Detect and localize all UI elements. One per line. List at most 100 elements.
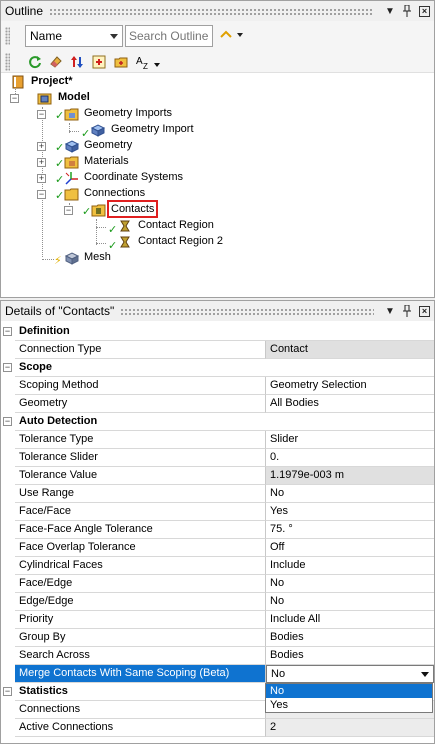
property-row-face-face-angle[interactable]: Face-Face Angle Tolerance 75. °: [1, 521, 434, 539]
sort-az-icon[interactable]: AZ: [135, 54, 161, 70]
row-gutter: [1, 485, 15, 503]
row-gutter: [1, 521, 15, 539]
tree-node-mesh[interactable]: ⚡ Mesh: [1, 250, 201, 267]
row-gutter: −: [1, 323, 15, 341]
collapse-icon[interactable]: −: [3, 417, 12, 426]
search-input[interactable]: [125, 25, 213, 47]
eraser-icon[interactable]: [48, 54, 64, 70]
property-value[interactable]: Include: [266, 557, 434, 575]
sort-icon[interactable]: [69, 54, 85, 70]
category-label: Definition: [15, 323, 434, 341]
property-value[interactable]: Yes: [266, 503, 434, 521]
chevron-up-icon[interactable]: [219, 26, 233, 42]
property-value[interactable]: No: [266, 485, 434, 503]
property-row-priority[interactable]: Priority Include All: [1, 611, 434, 629]
category-auto-detection[interactable]: − Auto Detection: [1, 413, 434, 431]
property-value[interactable]: No: [266, 575, 434, 593]
property-name: Search Across: [15, 647, 266, 665]
dropdown-option-yes[interactable]: Yes: [266, 698, 432, 712]
property-value[interactable]: 75. °: [266, 521, 434, 539]
filter-combobox[interactable]: Name: [25, 25, 123, 47]
expand-icon[interactable]: +: [37, 142, 46, 151]
property-row-cylindrical-faces[interactable]: Cylindrical Faces Include: [1, 557, 434, 575]
property-value[interactable]: Include All: [266, 611, 434, 629]
property-row-face-face[interactable]: Face/Face Yes: [1, 503, 434, 521]
tree-node-geometry-import[interactable]: ✓ Geometry Import: [1, 122, 241, 140]
property-row-scoping-method[interactable]: Scoping Method Geometry Selection: [1, 377, 434, 395]
property-row-search-across[interactable]: Search Across Bodies: [1, 647, 434, 665]
category-definition[interactable]: − Definition: [1, 323, 434, 341]
property-name: Cylindrical Faces: [15, 557, 266, 575]
property-row-face-overlap[interactable]: Face Overlap Tolerance Off: [1, 539, 434, 557]
expand-icon[interactable]: +: [37, 158, 46, 167]
property-value[interactable]: 0.: [266, 449, 434, 467]
property-name: Face/Edge: [15, 575, 266, 593]
property-row-face-edge[interactable]: Face/Edge No: [1, 575, 434, 593]
pin-icon[interactable]: [400, 4, 414, 18]
row-gutter: [1, 431, 15, 449]
category-scope[interactable]: − Scope: [1, 359, 434, 377]
refresh-icon[interactable]: [27, 54, 43, 70]
property-value[interactable]: Off: [266, 539, 434, 557]
row-gutter: −: [1, 413, 15, 431]
row-gutter: [1, 665, 15, 683]
outline-tree[interactable]: Project* − Model − ✓ Geometry Imports ✓ …: [1, 73, 434, 297]
merge-contacts-dropdown-list[interactable]: No Yes: [265, 683, 433, 713]
property-row-tolerance-value[interactable]: Tolerance Value 1.1979e-003 m: [1, 467, 434, 485]
property-row-connection-type[interactable]: Connection Type Contact: [1, 341, 434, 359]
dropdown-arrow-icon[interactable]: ▼: [383, 4, 397, 18]
expand-icon[interactable]: +: [37, 174, 46, 183]
search-options-dropdown-icon[interactable]: [237, 33, 243, 37]
property-row-edge-edge[interactable]: Edge/Edge No: [1, 593, 434, 611]
contact-region-icon: [118, 219, 134, 233]
collapse-icon[interactable]: −: [3, 687, 12, 696]
collapse-icon[interactable]: −: [10, 94, 19, 103]
dropdown-button[interactable]: [418, 667, 432, 681]
expand-all-icon[interactable]: [91, 54, 107, 70]
property-row-tolerance-slider[interactable]: Tolerance Slider 0.: [1, 449, 434, 467]
property-name: Tolerance Type: [15, 431, 266, 449]
folder-icon: [64, 187, 80, 201]
titlebar-grip: [49, 7, 374, 15]
property-row-group-by[interactable]: Group By Bodies: [1, 629, 434, 647]
property-value[interactable]: Slider: [266, 431, 434, 449]
property-row-active-connections[interactable]: Active Connections 2: [1, 719, 434, 737]
property-row-geometry[interactable]: Geometry All Bodies: [1, 395, 434, 413]
property-row-tolerance-type[interactable]: Tolerance Type Slider: [1, 431, 434, 449]
dropdown-option-no[interactable]: No: [266, 684, 432, 698]
tree-node-geometry-imports[interactable]: − ✓ Geometry Imports: [1, 106, 221, 122]
folder-plus-icon[interactable]: [113, 54, 129, 70]
pin-icon[interactable]: [400, 304, 414, 318]
property-name: Tolerance Value: [15, 467, 266, 485]
dropdown-arrow-icon[interactable]: ▼: [383, 304, 397, 318]
close-icon[interactable]: ×: [419, 305, 430, 317]
tree-node-contact-region-2[interactable]: ✓ Contact Region 2: [1, 234, 241, 252]
property-name: Group By: [15, 629, 266, 647]
tree-node-materials[interactable]: + ✓ Materials: [1, 154, 201, 170]
property-row-use-range[interactable]: Use Range No: [1, 485, 434, 503]
property-name: Connections: [15, 701, 266, 719]
property-name: Face Overlap Tolerance: [15, 539, 266, 557]
property-value[interactable]: All Bodies: [266, 395, 434, 413]
property-value[interactable]: Geometry Selection: [266, 377, 434, 395]
tree-node-project[interactable]: Project*: [1, 74, 201, 90]
details-title: Details of "Contacts": [5, 304, 115, 318]
property-value[interactable]: Bodies: [266, 647, 434, 665]
close-icon[interactable]: ×: [419, 5, 430, 17]
tree-node-model[interactable]: − Model: [1, 90, 201, 106]
tree-node-coordinate-systems[interactable]: + ✓ Coordinate Systems: [1, 170, 221, 186]
tree-node-contact-region[interactable]: ✓ Contact Region: [1, 218, 241, 236]
tree-node-geometry[interactable]: + ✓ Geometry: [1, 138, 201, 154]
merge-contacts-dropdown[interactable]: No: [266, 665, 434, 683]
collapse-icon[interactable]: −: [64, 206, 73, 215]
collapse-icon[interactable]: −: [3, 363, 12, 372]
property-row-merge-contacts[interactable]: Merge Contacts With Same Scoping (Beta) …: [1, 665, 434, 683]
collapse-icon[interactable]: −: [37, 190, 46, 199]
collapse-icon[interactable]: −: [3, 327, 12, 336]
property-value: 2: [266, 719, 434, 737]
tree-label-project: Project*: [31, 75, 73, 87]
tree-node-contacts[interactable]: − ✓ Contacts: [1, 200, 221, 218]
property-value[interactable]: No: [266, 593, 434, 611]
collapse-icon[interactable]: −: [37, 110, 46, 119]
property-value[interactable]: Bodies: [266, 629, 434, 647]
